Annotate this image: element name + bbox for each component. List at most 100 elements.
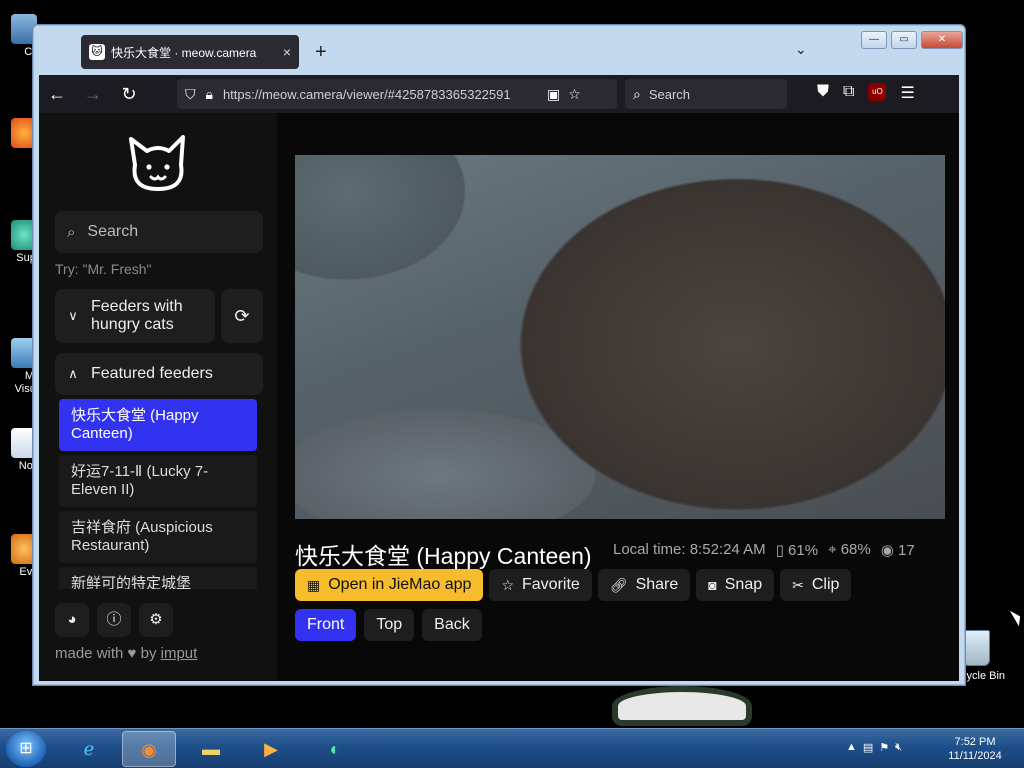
search-icon: ⌕ — [633, 85, 641, 102]
feeder-item-happy-canteen[interactable]: 快乐大食堂 (Happy Canteen) — [59, 399, 257, 451]
tab-close-button[interactable]: × — [283, 44, 291, 60]
windows-logo-icon: ⊞ — [19, 740, 33, 757]
taskbar: ⊞ ℯ ◉ ▬ ▶ ◐ ▲ ▤ ⚑ 🔇︎ 7:52 PM 11/11/2024 — [0, 728, 1024, 768]
discord-icon[interactable]: ◕ — [55, 603, 89, 637]
feeder-stats: Local time: 8:52:24 AM ▯ 61% ⌖ 68% ◉ 17 — [613, 541, 915, 559]
chevron-up-icon: ∧ — [68, 366, 78, 381]
search-hint: Try: "Mr. Fresh" — [55, 261, 152, 277]
feeder-viewer: 快乐大食堂 (Happy Canteen) Local time: 8:52:2… — [295, 113, 959, 681]
network-icon[interactable]: ▤ — [863, 741, 873, 754]
list-tabs-chevron-icon[interactable]: ⌄ — [795, 41, 807, 58]
lock-icon[interactable]: 🔒︎ — [206, 86, 213, 103]
search-placeholder: Search — [87, 223, 139, 240]
reload-icon[interactable]: ↻ — [111, 84, 147, 105]
meow-camera-logo-icon[interactable] — [125, 135, 191, 193]
close-window-button[interactable]: ✕ — [921, 31, 963, 49]
desktop-wallpaper-shape — [612, 686, 752, 726]
new-tab-button[interactable]: + — [315, 41, 327, 64]
hungry-cats-group-toggle[interactable]: ∨ Feeders with hungry cats — [55, 289, 215, 343]
group-label: Featured feeders — [91, 365, 213, 382]
feeder-search-input[interactable]: ⌕ Search — [55, 211, 263, 253]
open-in-app-button[interactable]: ▦ Open in JieMao app — [295, 569, 484, 601]
share-button[interactable]: 🔗︎ Share — [597, 569, 691, 601]
clock-date: 11/11/2024 — [948, 750, 1002, 762]
taskbar-file-explorer[interactable]: ▬ — [184, 731, 238, 767]
shield-icon[interactable]: ⛉ — [185, 86, 196, 103]
camera-view-selector: Front Top Back — [295, 609, 482, 641]
extensions-puzzle-icon[interactable]: ⧉ — [843, 83, 854, 103]
button-label: Favorite — [522, 576, 580, 593]
credit-footer: made with ♥ by imput — [55, 645, 197, 662]
viewer-count: 17 — [898, 542, 915, 559]
firefox-icon: ◉ — [141, 740, 157, 760]
battery-value: 61% — [788, 542, 819, 559]
feeder-item-partial[interactable]: 新鲜可的特定城堡 — [59, 567, 257, 589]
web-page: ⌕ Search Try: "Mr. Fresh" ∨ Feeders with… — [39, 113, 959, 681]
feeder-item-auspicious-restaurant[interactable]: 吉祥食府 (Auspicious Restaurant) — [59, 511, 257, 563]
navigation-toolbar: ← → ↻ ⛉ 🔒︎ https://meow.camera/viewer/#4… — [39, 75, 959, 113]
url-bar[interactable]: ⛉ 🔒︎ https://meow.camera/viewer/#4258783… — [177, 79, 617, 109]
button-label: Open in JieMao app — [328, 576, 472, 593]
minimize-button[interactable]: — — [861, 31, 887, 49]
recycle-bin-icon — [962, 630, 990, 666]
by-text: by — [140, 645, 157, 662]
refresh-icon: ⟳ — [234, 306, 250, 326]
taskbar-firefox[interactable]: ◉ — [122, 731, 176, 767]
battery-icon: ▯ — [775, 542, 784, 559]
clip-button[interactable]: ✂ Clip — [780, 569, 852, 601]
show-hidden-icons-icon[interactable]: ▲ — [846, 741, 857, 754]
maximize-button[interactable]: ▭ — [891, 31, 917, 49]
camera-icon: ◙ — [708, 577, 717, 593]
taskbar-clock[interactable]: 7:52 PM 11/11/2024 — [936, 735, 1014, 763]
browser-tab[interactable]: 🐱 快乐大食堂 · meow.camera × — [81, 35, 299, 69]
view-front-button[interactable]: Front — [295, 609, 357, 641]
chevron-down-icon: ∨ — [68, 308, 78, 323]
back-arrow-icon[interactable]: ← — [39, 84, 75, 105]
qr-code-icon: ▦ — [307, 576, 321, 593]
local-time-label: Local time: — [613, 541, 686, 558]
action-center-flag-icon[interactable]: ⚑ — [879, 741, 889, 754]
volume-muted-icon[interactable]: 🔇︎ — [895, 741, 902, 754]
feeder-actions: ▦ Open in JieMao app ☆ Favorite 🔗︎ Share ◙ S… — [295, 569, 852, 601]
cat-favicon-icon: 🐱 — [89, 44, 105, 60]
taskbar-media-player[interactable]: ▶ — [244, 731, 298, 767]
button-label: Snap — [724, 576, 763, 593]
refresh-button[interactable]: ⟳ — [221, 289, 263, 343]
taskbar-app[interactable]: ◐ — [308, 731, 362, 767]
folder-icon: ▬ — [202, 739, 220, 759]
feeder-item-lucky-7-eleven[interactable]: 好运7-11-Ⅱ (Lucky 7-Eleven II) — [59, 455, 257, 507]
view-top-button[interactable]: Top — [364, 609, 415, 641]
url-text[interactable]: https://meow.camera/viewer/#425878336532… — [223, 87, 539, 102]
featured-feeders-group-toggle[interactable]: ∧ Featured feeders — [55, 353, 263, 395]
scissors-icon: ✂ — [792, 576, 804, 593]
feeder-title: 快乐大食堂 (Happy Canteen) — [295, 543, 592, 569]
sidebar: ⌕ Search Try: "Mr. Fresh" ∨ Feeders with… — [39, 113, 277, 681]
app-icon: ◐ — [329, 739, 341, 759]
favorite-button[interactable]: ☆ Favorite — [489, 569, 592, 601]
tab-title: 快乐大食堂 · meow.camera — [111, 45, 257, 60]
view-back-button[interactable]: Back — [422, 609, 482, 641]
button-label: Clip — [811, 576, 840, 593]
forward-arrow-icon[interactable]: → — [75, 84, 111, 105]
camera-video-feed[interactable] — [295, 155, 945, 519]
menu-hamburger-icon[interactable]: ☰ — [900, 83, 914, 103]
star-icon: ☆ — [501, 576, 514, 593]
media-player-icon: ▶ — [264, 739, 278, 759]
snap-button[interactable]: ◙ Snap — [696, 569, 775, 601]
search-bar[interactable]: ⌕ Search — [625, 79, 787, 109]
heart-icon: ♥ — [127, 645, 137, 662]
taskbar-internet-explorer[interactable]: ℯ — [62, 731, 116, 767]
info-icon[interactable]: ⓘ — [97, 603, 131, 637]
settings-gear-icon[interactable]: ⚙ — [139, 603, 173, 637]
reader-view-icon[interactable]: ▣ — [547, 86, 560, 103]
pocket-icon[interactable]: ⛊ — [817, 83, 829, 103]
search-icon: ⌕ — [67, 223, 76, 241]
author-link[interactable]: imput — [161, 645, 198, 662]
start-button[interactable]: ⊞ — [6, 731, 46, 767]
ublock-origin-icon[interactable]: uO — [868, 83, 887, 101]
link-icon: 🔗︎ — [609, 576, 628, 593]
browser-window: 🐱 快乐大食堂 · meow.camera × + ⌄ — ▭ ✕ ← → ↻ … — [32, 24, 966, 686]
group-label: Feeders with hungry cats — [91, 298, 183, 333]
bookmark-star-icon[interactable]: ☆ — [568, 86, 581, 103]
system-tray: ▲ ▤ ⚑ 🔇︎ — [846, 741, 902, 754]
